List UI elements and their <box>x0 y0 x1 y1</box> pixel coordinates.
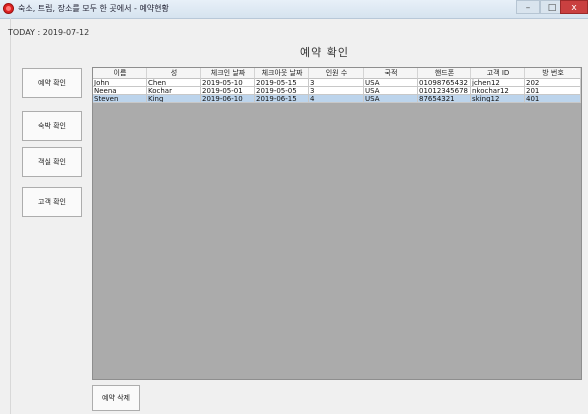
customer-check-button[interactable]: 고객 확인 <box>22 187 82 217</box>
column-header-room-number[interactable]: 방 번호 <box>525 68 581 79</box>
table-cell: 3 <box>309 87 364 95</box>
column-header-first-name[interactable]: 이름 <box>93 68 147 79</box>
table-cell: 2019-05-15 <box>255 79 309 87</box>
table-row-selected[interactable]: Steven King 2019-06-10 2019-06-15 4 USA … <box>93 95 581 103</box>
table-row[interactable]: John Chen 2019-05-10 2019-05-15 3 USA 01… <box>93 79 581 87</box>
window-title: 숙소, 트립, 장소를 모두 한 곳에서 - 예약현황 <box>18 4 169 13</box>
column-header-phone[interactable]: 핸드폰 <box>418 68 471 79</box>
table-cell: 2019-05-10 <box>201 79 255 87</box>
table-cell: 3 <box>309 79 364 87</box>
table-cell: 87654321 <box>418 95 471 103</box>
table-cell: 01012345678 <box>418 87 471 95</box>
table-cell: 2019-06-10 <box>201 95 255 103</box>
window-titlebar: 숙소, 트립, 장소를 모두 한 곳에서 - 예약현황 – □ x <box>0 0 588 19</box>
table-cell: Kochar <box>147 87 201 95</box>
page-title: 예약 확인 <box>300 46 349 59</box>
table-cell: Chen <box>147 79 201 87</box>
table-cell: nkochar12 <box>471 87 525 95</box>
window-left-border <box>10 18 11 414</box>
table-cell: 01098765432 <box>418 79 471 87</box>
delete-reservation-button[interactable]: 예약 삭제 <box>92 385 140 411</box>
column-header-checkin[interactable]: 체크인 날짜 <box>201 68 255 79</box>
table-cell: 2019-05-01 <box>201 87 255 95</box>
table-cell: John <box>93 79 147 87</box>
table-cell: 2019-05-05 <box>255 87 309 95</box>
column-header-checkout[interactable]: 체크아웃 날짜 <box>255 68 309 79</box>
table-cell: jchen12 <box>471 79 525 87</box>
table-cell: 4 <box>309 95 364 103</box>
table-cell: USA <box>364 79 418 87</box>
column-header-last-name[interactable]: 성 <box>147 68 201 79</box>
today-label: TODAY : 2019-07-12 <box>8 28 90 37</box>
table-cell: 201 <box>525 87 581 95</box>
table-cell: Steven <box>93 95 147 103</box>
table-row[interactable]: Neena Kochar 2019-05-01 2019-05-05 3 USA… <box>93 87 581 95</box>
room-check-button[interactable]: 객실 확인 <box>22 147 82 177</box>
column-header-guests[interactable]: 인원 수 <box>309 68 364 79</box>
app-icon <box>3 3 14 14</box>
table-cell: sking12 <box>471 95 525 103</box>
reservation-check-button[interactable]: 예약 확인 <box>22 68 82 98</box>
table-header: 이름 성 체크인 날짜 체크아웃 날짜 인원 수 국적 핸드폰 고객 ID 방 … <box>93 68 581 79</box>
column-header-customer-id[interactable]: 고객 ID <box>471 68 525 79</box>
table-cell: Neena <box>93 87 147 95</box>
table-cell: 202 <box>525 79 581 87</box>
table-cell: USA <box>364 95 418 103</box>
table-cell: USA <box>364 87 418 95</box>
minimize-button[interactable]: – <box>516 0 540 14</box>
reservation-table[interactable]: 이름 성 체크인 날짜 체크아웃 날짜 인원 수 국적 핸드폰 고객 ID 방 … <box>92 67 582 380</box>
column-header-nationality[interactable]: 국적 <box>364 68 418 79</box>
lodging-check-button[interactable]: 숙박 확인 <box>22 111 82 141</box>
table-cell: 2019-06-15 <box>255 95 309 103</box>
table-cell: King <box>147 95 201 103</box>
close-button[interactable]: x <box>560 0 588 14</box>
table-cell: 401 <box>525 95 581 103</box>
